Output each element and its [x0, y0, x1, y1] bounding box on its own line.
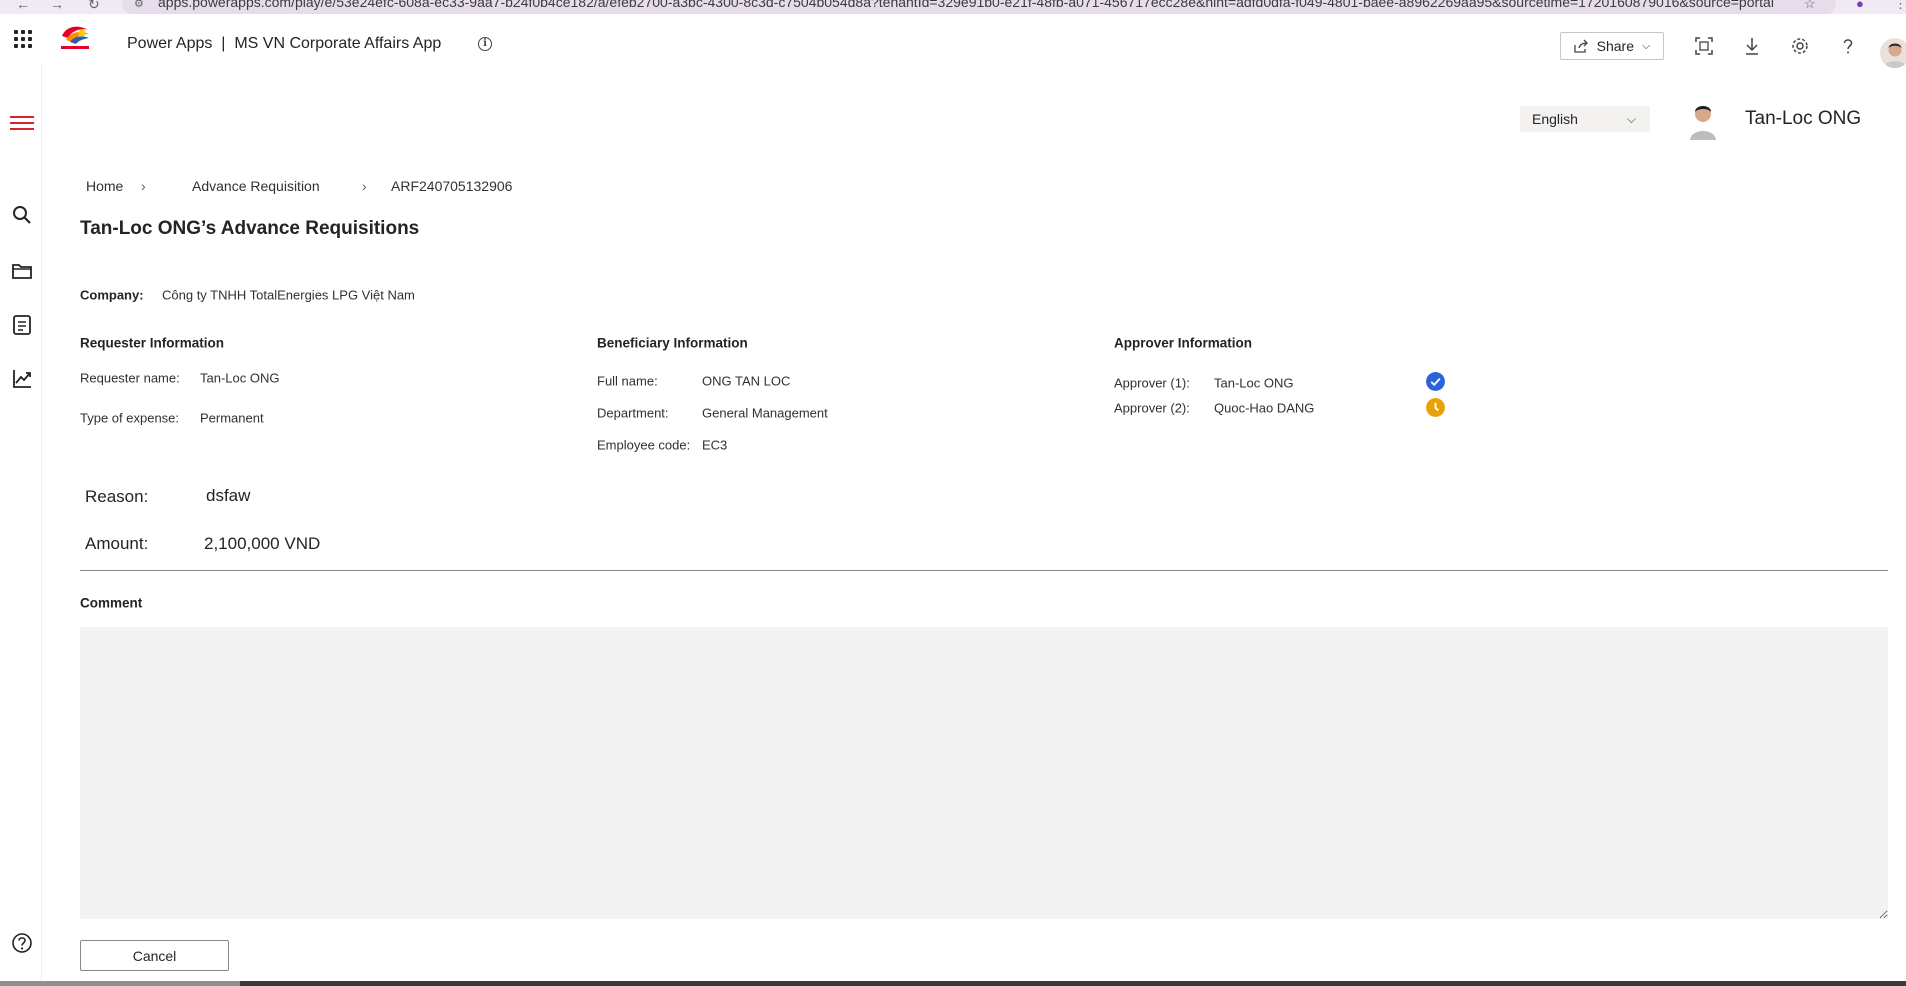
browser-menu-icon[interactable]: ⋮	[1894, 0, 1906, 12]
breadcrumb-advance-requisition[interactable]: Advance Requisition	[192, 178, 320, 194]
share-label: Share	[1596, 38, 1634, 54]
approver-section-title: Approver Information	[1114, 335, 1253, 351]
chevron-down-icon: ⌵	[1642, 39, 1651, 52]
reason-label: Reason:	[85, 487, 149, 506]
help-icon[interactable]	[1838, 36, 1858, 56]
profile-icon[interactable]: ●	[1856, 0, 1864, 11]
form-document-icon[interactable]	[11, 314, 33, 336]
app-header: Power Apps | MS VN Corporate Affairs App…	[0, 14, 1906, 68]
back-icon[interactable]: ←	[16, 0, 30, 12]
totalenergies-logo	[61, 26, 89, 49]
language-dropdown[interactable]: English ⌵	[1520, 106, 1650, 132]
approver-1-name: Tan-Loc ONG	[1214, 375, 1294, 391]
bookmark-star-icon[interactable]: ☆	[1804, 0, 1816, 12]
section-divider	[80, 570, 1888, 571]
beneficiary-department-label: Department:	[597, 405, 669, 421]
requester-section-title: Requester Information	[80, 335, 225, 351]
download-icon[interactable]	[1742, 36, 1762, 56]
amount-value: 2,100,000 VND	[204, 534, 321, 553]
chevron-right-icon: ›	[141, 178, 146, 194]
site-info-icon[interactable]: ⚙	[134, 0, 144, 12]
info-icon[interactable]: i	[478, 37, 492, 51]
breadcrumb-home[interactable]: Home	[86, 178, 123, 194]
beneficiary-fullname-value: ONG TAN LOC	[702, 373, 791, 389]
share-button[interactable]: Share ⌵	[1560, 32, 1664, 60]
comment-label: Comment	[80, 595, 143, 611]
reason-value: dsfaw	[206, 486, 251, 505]
language-selected: English	[1532, 111, 1578, 127]
avatar-photo	[1880, 38, 1906, 68]
fit-to-screen-icon[interactable]	[1694, 36, 1714, 56]
expense-type-value: Permanent	[200, 410, 264, 426]
user-name: Tan-Loc ONG	[1745, 108, 1862, 129]
company-label: Company:	[80, 287, 144, 303]
search-icon[interactable]	[11, 204, 33, 226]
breadcrumb-current: ARF240705132906	[391, 178, 513, 194]
url-text: apps.powerapps.com/play/e/53e24efc-608a-…	[158, 0, 1774, 10]
folder-icon[interactable]	[11, 260, 33, 282]
beneficiary-section-title: Beneficiary Information	[597, 335, 748, 351]
expense-type-label: Type of expense:	[80, 410, 180, 426]
page-title: Tan-Loc ONG’s Advance Requisitions	[80, 218, 420, 239]
chevron-right-icon: ›	[362, 178, 367, 194]
app-launcher-icon[interactable]	[14, 30, 32, 48]
beneficiary-fullname-label: Full name:	[597, 373, 658, 389]
browser-toolbar: ← → ↻ ⚙ apps.powerapps.com/play/e/53e24e…	[0, 0, 1906, 14]
company-value: Công ty TNHH TotalEnergies LPG Việt Nam	[162, 287, 415, 303]
requester-name-label: Requester name:	[80, 370, 180, 386]
share-icon	[1573, 39, 1588, 53]
amount-label: Amount:	[85, 534, 149, 553]
employee-code-label: Employee code:	[597, 437, 691, 453]
pending-clock-icon	[1426, 398, 1445, 417]
approver-2-name: Quoc-Hao DANG	[1214, 400, 1315, 416]
scrollbar-thumb[interactable]	[0, 981, 240, 986]
beneficiary-department-value: General Management	[702, 405, 828, 421]
cancel-button[interactable]: Cancel	[80, 940, 229, 971]
address-bar[interactable]: ⚙ apps.powerapps.com/play/e/53e24efc-608…	[122, 0, 1836, 14]
header-avatar[interactable]	[1880, 38, 1906, 68]
approver-1-label: Approver (1):	[1114, 375, 1190, 391]
forward-icon[interactable]: →	[50, 0, 64, 12]
requester-name-value: Tan-Loc ONG	[200, 370, 280, 386]
left-nav-rail	[0, 64, 42, 986]
user-avatar	[1688, 100, 1718, 140]
employee-code-value: EC3	[702, 437, 728, 453]
help-circle-icon[interactable]	[11, 932, 33, 954]
chevron-down-icon: ⌵	[1626, 112, 1636, 126]
settings-gear-icon[interactable]	[1790, 36, 1810, 56]
chart-trend-icon[interactable]	[11, 368, 33, 390]
approved-check-icon	[1426, 372, 1445, 391]
approver-2-label: Approver (2):	[1114, 400, 1190, 416]
bottom-scrollbar[interactable]	[0, 981, 1906, 986]
app-title: Power Apps | MS VN Corporate Affairs App	[127, 35, 442, 52]
hamburger-menu-icon[interactable]	[10, 116, 34, 134]
reload-icon[interactable]: ↻	[88, 0, 100, 13]
comment-textarea[interactable]	[80, 627, 1888, 919]
